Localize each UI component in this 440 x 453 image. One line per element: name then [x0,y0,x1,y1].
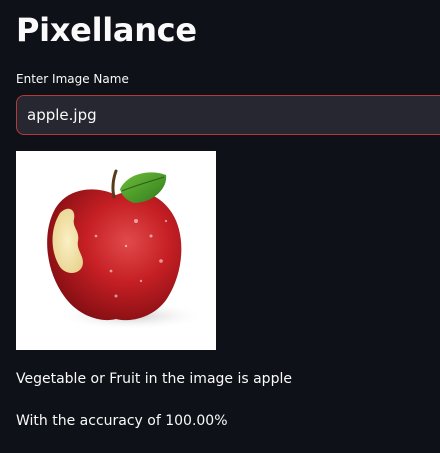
apple-image [47,169,206,330]
uploaded-image [16,151,216,350]
accuracy-text: With the accuracy of 100.00% [16,413,228,429]
page-title: Pixellance [16,11,197,49]
image-name-input[interactable] [17,96,440,134]
prediction-text: Vegetable or Fruit in the image is apple [16,371,292,387]
image-name-label: Enter Image Name [16,72,129,86]
image-name-input-wrapper[interactable] [16,95,440,135]
